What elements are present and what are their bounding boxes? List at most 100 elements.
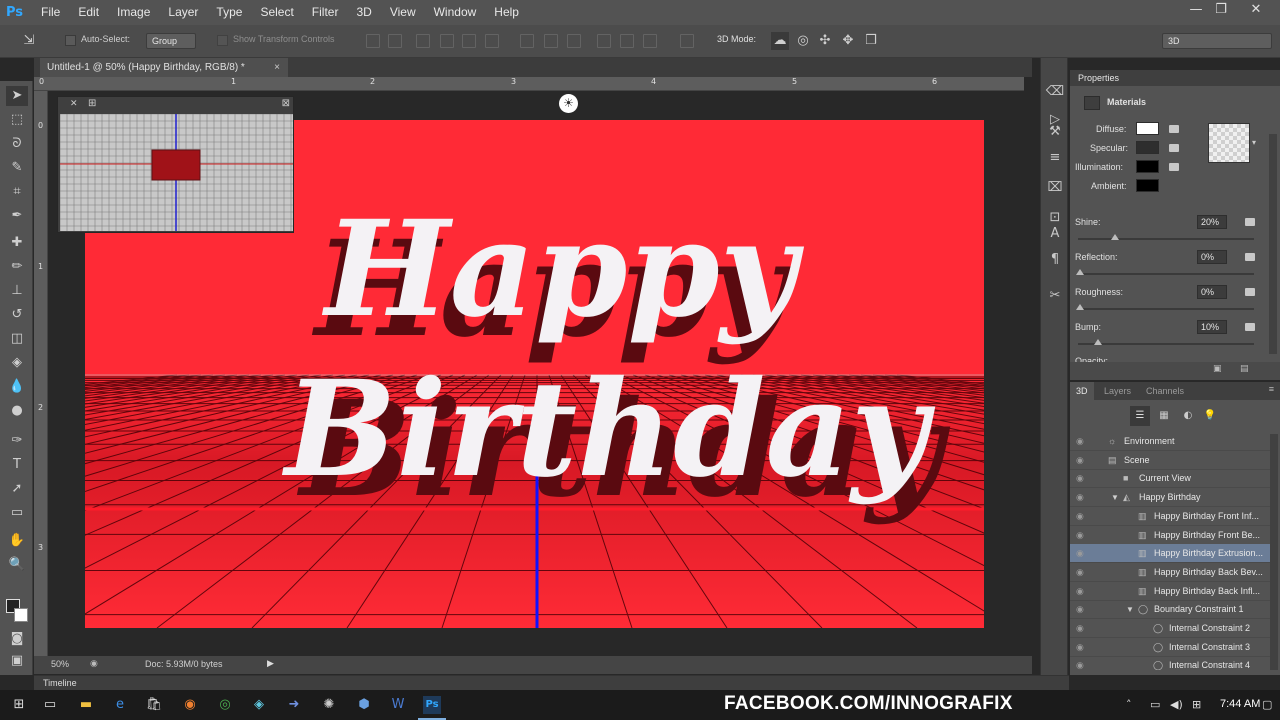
visibility-eye-icon[interactable]: ◉ <box>1076 507 1084 526</box>
zoom-tool-icon[interactable]: 🔍 <box>6 555 28 575</box>
visibility-eye-icon[interactable]: ◉ <box>1076 432 1084 451</box>
quick-select-tool-icon[interactable]: ✎ <box>6 158 28 178</box>
filter-whole-scene-icon[interactable]: ☰ <box>1130 406 1150 426</box>
scene-tree-item[interactable]: ◉ ▥ Happy Birthday Front Inf... <box>1070 507 1270 526</box>
align-bottom-icon[interactable] <box>416 34 430 48</box>
auto-align-icon[interactable] <box>680 34 694 48</box>
secondary-view-menu-icon[interactable]: ⊞ <box>88 98 96 109</box>
paragraph-panel-icon[interactable]: ¶ <box>1045 250 1065 270</box>
visibility-eye-icon[interactable]: ◉ <box>1076 526 1084 545</box>
menu-filter[interactable]: Filter <box>303 0 348 25</box>
specular-texture-folder-icon[interactable] <box>1169 144 1179 152</box>
type-tool-icon[interactable]: T <box>6 455 28 475</box>
menu-3d[interactable]: 3D <box>347 0 380 25</box>
scene-tree-item[interactable]: ◉ ☼ Environment <box>1070 432 1270 451</box>
blur-tool-icon[interactable]: 💧 <box>6 377 28 397</box>
document-tab-close-icon[interactable]: × <box>274 58 280 77</box>
roughness-slider-track[interactable] <box>1078 308 1254 310</box>
move-tool-icon[interactable]: ➤ <box>6 86 28 106</box>
store-icon[interactable]: 🛍 <box>145 696 163 714</box>
visibility-eye-icon[interactable]: ◉ <box>1076 638 1084 657</box>
secondary-view-close-icon[interactable]: ✕ <box>70 99 78 109</box>
file-explorer-icon[interactable]: ▬ <box>77 696 95 714</box>
filter-lights-icon[interactable]: 💡 <box>1200 406 1220 426</box>
distribute-top-icon[interactable] <box>520 34 534 48</box>
close-window-button[interactable]: ✕ <box>1240 0 1272 22</box>
tools-3d-icon[interactable]: ✂ <box>1045 286 1065 306</box>
tool-presets-icon[interactable]: ⚒ <box>1045 122 1065 142</box>
visibility-eye-icon[interactable]: ◉ <box>1076 619 1084 638</box>
menu-layer[interactable]: Layer <box>159 0 207 25</box>
document-tab[interactable]: Untitled-1 @ 50% (Happy Birthday, RGB/8)… <box>40 58 288 77</box>
shine-slider-thumb[interactable] <box>1111 234 1119 240</box>
language-icon[interactable]: ⊞ <box>1192 698 1201 711</box>
distribute-bottom-icon[interactable] <box>567 34 581 48</box>
menu-file[interactable]: File <box>32 0 69 25</box>
filter-materials-icon[interactable]: ◐ <box>1178 406 1198 426</box>
show-transform-checkbox[interactable] <box>217 35 228 46</box>
align-hcenter-icon[interactable] <box>462 34 476 48</box>
visibility-eye-icon[interactable]: ◉ <box>1076 488 1084 507</box>
marquee-tool-icon[interactable]: ⬚ <box>6 110 28 130</box>
properties-scrollbar[interactable] <box>1269 134 1277 354</box>
scene-tree-item[interactable]: ◉ ◯ Internal Constraint 2 <box>1070 619 1270 638</box>
ambient-color-swatch[interactable] <box>1136 179 1159 192</box>
pen-tool-icon[interactable]: ✑ <box>6 431 28 451</box>
menu-type[interactable]: Type <box>207 0 251 25</box>
workspace-dropdown[interactable]: 3D <box>1162 33 1272 49</box>
reflection-slider-thumb[interactable] <box>1076 269 1084 275</box>
chrome-icon[interactable]: ◎ <box>216 696 234 714</box>
scene-panel-menu-icon[interactable]: ≡ <box>1269 384 1274 394</box>
word-icon[interactable]: W <box>389 696 407 714</box>
shine-value-field[interactable]: 20% <box>1197 215 1227 229</box>
windows-start-icon[interactable]: ⊞ <box>10 696 28 714</box>
orbit-3d-icon[interactable]: ☁ <box>771 32 789 50</box>
bump-texture-folder-icon[interactable] <box>1245 323 1255 331</box>
lasso-tool-icon[interactable]: ᘐ <box>6 134 28 154</box>
scene-tree-item[interactable]: ◉ ◯ Internal Constraint 4 <box>1070 656 1270 670</box>
align-vcenter-icon[interactable] <box>388 34 402 48</box>
menu-image[interactable]: Image <box>108 0 159 25</box>
scale-3d-icon[interactable]: ❒ <box>862 32 880 50</box>
visibility-eye-icon[interactable]: ◉ <box>1076 600 1084 619</box>
tab-layers[interactable]: Layers <box>1098 382 1137 400</box>
task-view-icon[interactable]: ▭ <box>41 696 59 714</box>
eyedropper-tool-icon[interactable]: ✒ <box>6 206 28 226</box>
align-right-icon[interactable] <box>485 34 499 48</box>
visibility-eye-icon[interactable]: ◉ <box>1076 656 1084 670</box>
menu-edit[interactable]: Edit <box>69 0 108 25</box>
tab-channels[interactable]: Channels <box>1140 382 1190 400</box>
material-preview[interactable] <box>1208 123 1250 163</box>
bump-slider-thumb[interactable] <box>1094 339 1102 345</box>
visibility-eye-icon[interactable]: ◉ <box>1076 582 1084 601</box>
roll-3d-icon[interactable]: ◎ <box>794 32 812 50</box>
move-tool-preset-icon[interactable]: ⇲ <box>20 32 38 50</box>
visibility-eye-icon[interactable]: ◉ <box>1076 469 1084 488</box>
roughness-value-field[interactable]: 0% <box>1197 285 1227 299</box>
distribute-vcenter-icon[interactable] <box>544 34 558 48</box>
zoom-level[interactable]: 50% <box>51 659 69 669</box>
visibility-eye-icon[interactable]: ◉ <box>1076 451 1084 470</box>
quick-mask-icon[interactable]: ◙ <box>6 629 28 649</box>
timeline-panel-tab[interactable]: Timeline <box>34 675 1069 690</box>
visibility-eye-icon[interactable]: ◉ <box>1076 544 1084 563</box>
scene-tree-item[interactable]: ◉ ▥ Happy Birthday Back Infl... <box>1070 582 1270 601</box>
auto-select-dropdown[interactable]: Group <box>146 33 196 49</box>
eraser-tool-icon[interactable]: ◫ <box>6 329 28 349</box>
screen-mode-icon[interactable]: ▣ <box>6 651 28 671</box>
menu-select[interactable]: Select <box>251 0 302 25</box>
background-color-swatch[interactable] <box>14 608 28 622</box>
roughness-texture-folder-icon[interactable] <box>1245 288 1255 296</box>
crop-tool-icon[interactable]: ⌗ <box>6 182 28 202</box>
history-brush-tool-icon[interactable]: ↺ <box>6 305 28 325</box>
stamp-tool-icon[interactable]: ⊥ <box>6 281 28 301</box>
app-icon-b[interactable]: ➜ <box>285 696 303 714</box>
material-picker-arrow-icon[interactable]: ▾ <box>1252 138 1256 147</box>
scene-tree-item[interactable]: ◉ ▼ ◭ Happy Birthday <box>1070 488 1270 508</box>
app-icon-d[interactable]: ⬢ <box>355 696 373 714</box>
hand-tool-icon[interactable]: ✋ <box>6 531 28 551</box>
auto-select-checkbox[interactable] <box>65 35 76 46</box>
character-panel-icon[interactable]: A <box>1045 224 1065 244</box>
bump-value-field[interactable]: 10% <box>1197 320 1227 334</box>
3d-secondary-view[interactable]: ✕ ⊞ ⊠ <box>57 96 294 233</box>
